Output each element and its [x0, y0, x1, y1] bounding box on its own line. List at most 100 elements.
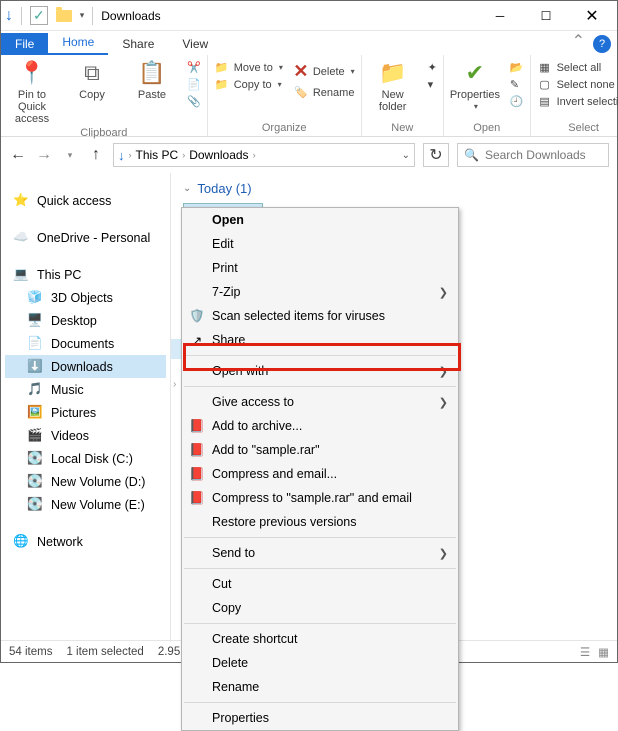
tab-share[interactable]: Share [108, 33, 168, 55]
sidebar-item-downloads[interactable]: ⬇️Downloads [5, 355, 166, 378]
menu-add-sample-rar[interactable]: 📕Add to "sample.rar" [182, 438, 458, 462]
status-size: 2.95 [158, 646, 180, 658]
minimize-button[interactable]: ─ [479, 2, 521, 30]
help-icon[interactable]: ? [593, 35, 611, 53]
ribbon-tabs: File Home Share View ⌃ ? [1, 31, 617, 55]
copy-to-button[interactable]: 📁Copy to▾ [214, 78, 283, 91]
rar-icon: 📕 [188, 419, 206, 434]
sidebar-item-this-pc[interactable]: 💻This PC [5, 263, 166, 286]
group-header[interactable]: ⌄ Today (1) [183, 181, 605, 196]
paste-button[interactable]: 📋 Paste [127, 59, 177, 101]
menu-cut[interactable]: Cut [182, 572, 458, 596]
group-clipboard: 📍 Pin to Quick access ⧉ Copy 📋 Paste ✂️ … [1, 55, 208, 136]
paste-shortcut-icon[interactable]: 📎 [187, 95, 201, 108]
sidebar-item-pictures[interactable]: 🖼️Pictures [5, 401, 166, 424]
qat-dropdown-icon[interactable]: ▾ [80, 10, 85, 21]
chevron-right-icon: › [171, 377, 178, 392]
menu-compress-email[interactable]: 📕Compress and email... [182, 462, 458, 486]
menu-properties[interactable]: Properties [182, 706, 458, 730]
star-icon: ⭐ [13, 193, 29, 208]
breadcrumb[interactable]: This PC [136, 148, 179, 162]
tab-view[interactable]: View [168, 33, 222, 55]
tab-file[interactable]: File [1, 33, 48, 55]
status-item-count: 54 items [9, 646, 52, 658]
chevron-right-icon: ❯ [439, 286, 448, 299]
select-all-button[interactable]: ▦Select all [537, 61, 618, 74]
pin-to-quick-access-button[interactable]: 📍 Pin to Quick access [7, 59, 57, 125]
menu-create-shortcut[interactable]: Create shortcut [182, 627, 458, 651]
tab-home[interactable]: Home [48, 31, 108, 55]
sidebar-item-3d-objects[interactable]: 🧊3D Objects [5, 286, 166, 309]
new-item-icon[interactable]: ✦ [428, 61, 437, 74]
desktop-icon: 🖥️ [27, 313, 43, 328]
search-box[interactable]: 🔍 Search Downloads [457, 143, 609, 167]
sidebar-item-network[interactable]: 🌐Network [5, 530, 166, 553]
dropdown-icon: ▾ [278, 80, 282, 89]
menu-scan[interactable]: 🛡️Scan selected items for viruses [182, 304, 458, 328]
new-folder-qat-icon[interactable] [56, 10, 72, 22]
sidebar-item-volume-e[interactable]: 💽New Volume (E:) [5, 493, 166, 516]
forward-button[interactable]: → [35, 146, 53, 164]
menu-rename[interactable]: Rename [182, 675, 458, 699]
copy-button[interactable]: ⧉ Copy [67, 59, 117, 101]
sidebar-item-desktop[interactable]: 🖥️Desktop [5, 309, 166, 332]
menu-delete[interactable]: Delete [182, 651, 458, 675]
easy-access-icon[interactable]: ▾ [428, 78, 437, 91]
sidebar-item-quick-access[interactable]: ⭐Quick access [5, 189, 166, 212]
sidebar-item-documents[interactable]: 📄Documents [5, 332, 166, 355]
documents-icon: 📄 [27, 336, 43, 351]
menu-send-to[interactable]: Send to❯ [182, 541, 458, 565]
sidebar-item-videos[interactable]: 🎬Videos [5, 424, 166, 447]
sidebar-item-volume-d[interactable]: 💽New Volume (D:) [5, 470, 166, 493]
details-view-icon[interactable]: ☰ [580, 645, 590, 659]
delete-button[interactable]: ✕Delete▾ [293, 61, 355, 82]
explorer-app-icon[interactable]: ↓ [5, 7, 13, 25]
properties-button[interactable]: ✔ Properties ▾ [450, 59, 500, 112]
menu-open[interactable]: Open [182, 208, 458, 232]
refresh-button[interactable]: ↻ [423, 143, 449, 167]
ribbon-collapse-icon[interactable]: ⌃ [564, 27, 593, 55]
menu-7zip[interactable]: 7-Zip❯ [182, 280, 458, 304]
sidebar-item-local-disk-c[interactable]: 💽Local Disk (C:) [5, 447, 166, 470]
drive-icon: 💽 [27, 451, 43, 466]
menu-edit[interactable]: Edit [182, 232, 458, 256]
menu-print[interactable]: Print [182, 256, 458, 280]
menu-add-archive[interactable]: 📕Add to archive... [182, 414, 458, 438]
menu-share[interactable]: ↗Share [182, 328, 458, 352]
edit-icon[interactable]: ✎ [510, 78, 524, 91]
cut-icon[interactable]: ✂️ [187, 61, 201, 74]
recent-dropdown-icon[interactable]: ▾ [61, 150, 79, 161]
address-dropdown-icon[interactable]: ⌄ [402, 150, 410, 161]
chevron-right-icon: ❯ [439, 365, 448, 378]
menu-copy[interactable]: Copy [182, 596, 458, 620]
properties-qat-icon[interactable]: ✓ [30, 6, 48, 25]
sidebar-item-onedrive[interactable]: ☁️OneDrive - Personal [5, 226, 166, 249]
chevron-right-icon: ❯ [439, 396, 448, 409]
history-icon[interactable]: 🕘 [510, 95, 524, 108]
copy-icon: ⧉ [84, 59, 100, 87]
address-bar[interactable]: ↓ › This PC › Downloads › ⌄ [113, 143, 415, 167]
breadcrumb[interactable]: Downloads [189, 148, 248, 162]
group-label: New [368, 120, 437, 134]
open-icon[interactable]: 📂 [510, 61, 524, 74]
search-placeholder: Search Downloads [485, 148, 586, 162]
copy-path-icon[interactable]: 📄 [187, 78, 201, 91]
menu-compress-sample-email[interactable]: 📕Compress to "sample.rar" and email [182, 486, 458, 510]
move-to-button[interactable]: 📁Move to▾ [214, 61, 283, 74]
menu-give-access[interactable]: Give access to❯ [182, 390, 458, 414]
copyto-icon: 📁 [214, 78, 230, 91]
select-none-button[interactable]: ▢Select none [537, 78, 618, 91]
close-button[interactable]: ✕ [571, 2, 613, 30]
rename-button[interactable]: 🏷️Rename [293, 86, 355, 99]
sidebar-item-music[interactable]: 🎵Music [5, 378, 166, 401]
paste-icon: 📋 [138, 59, 165, 87]
up-button[interactable]: ↑ [87, 146, 105, 164]
invert-selection-button[interactable]: ▤Invert selection [537, 95, 618, 108]
maximize-button[interactable]: ☐ [525, 2, 567, 30]
back-button[interactable]: ← [9, 146, 27, 164]
menu-open-with[interactable]: Open with❯ [182, 359, 458, 383]
new-folder-button[interactable]: 📁 New folder [368, 59, 418, 113]
chevron-right-icon: ❯ [439, 547, 448, 560]
thumbnail-view-icon[interactable]: ▦ [598, 645, 609, 659]
menu-restore-versions[interactable]: Restore previous versions [182, 510, 458, 534]
